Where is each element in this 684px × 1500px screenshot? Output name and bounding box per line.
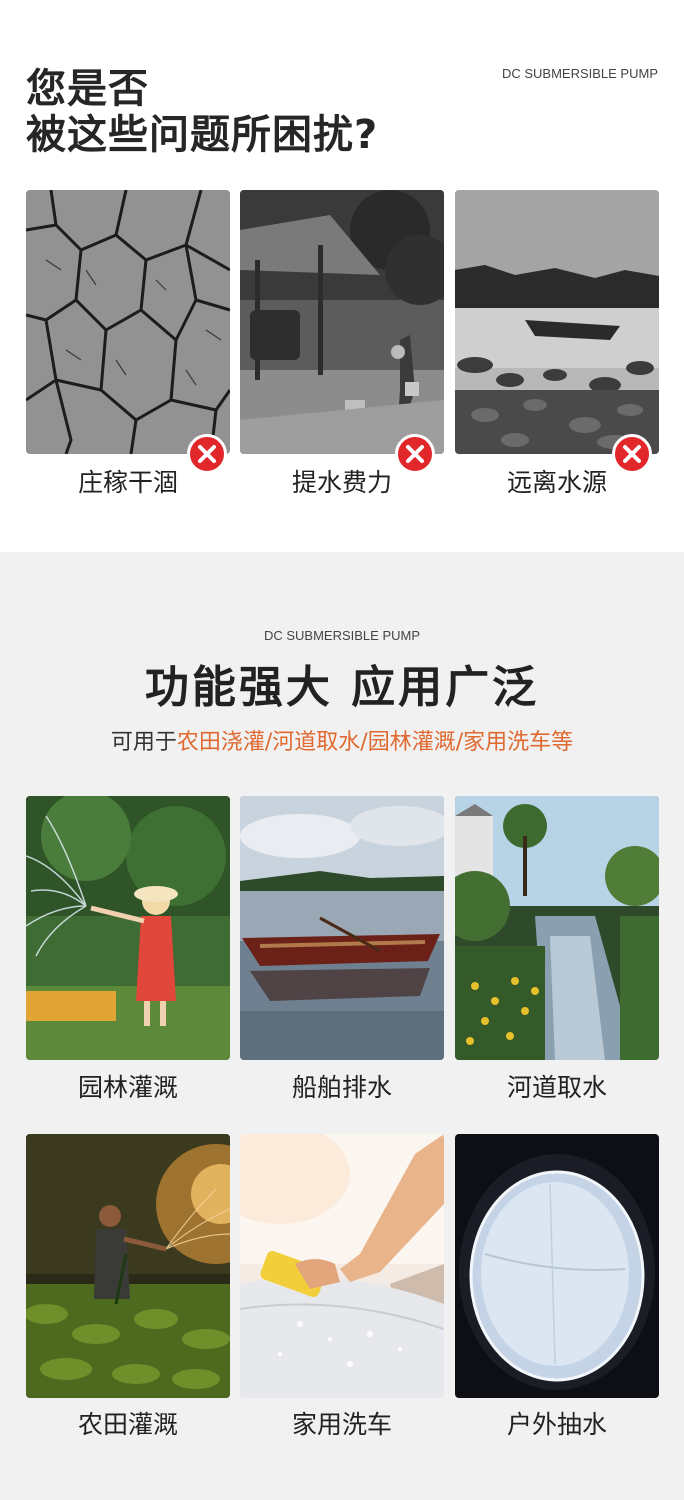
garden-watering-photo	[26, 796, 230, 1060]
use-label-boat: 船舶排水	[291, 1073, 392, 1102]
dry-soil-photo	[26, 190, 230, 454]
well-photo	[455, 1134, 659, 1398]
subtitle-prefix: 可用于	[110, 730, 177, 755]
use-label-car-wash: 家用洗车	[291, 1410, 392, 1439]
carrying-water-photo	[240, 190, 444, 454]
river-photo	[455, 796, 659, 1060]
problem-label-crops-dry: 庄稼干涸	[77, 468, 178, 497]
lake-boat-photo	[455, 190, 659, 454]
problem-label-carrying-water: 提水费力	[291, 468, 392, 497]
problems-section: 您是否 被这些问题所困扰? DC SUBMERSIBLE PUMP 庄稼干涸 提…	[0, 0, 684, 552]
use-label-garden: 园林灌溉	[77, 1073, 178, 1102]
product-tag: DC SUBMERSIBLE PUMP	[263, 628, 421, 643]
use-label-river: 河道取水	[506, 1073, 607, 1102]
farm-watering-photo	[26, 1134, 230, 1398]
applications-title: 功能强大 应用广泛	[144, 662, 540, 713]
car-wash-photo	[240, 1134, 444, 1398]
problems-title-line1: 您是否	[26, 66, 149, 112]
problems-title-line2: 被这些问题所困扰?	[26, 112, 379, 158]
applications-subtitle: 可用于农田浇灌/河道取水/园林灌溉/家用洗车等	[0, 728, 684, 758]
problem-label-far-from-water: 远离水源	[506, 468, 607, 497]
use-label-farm: 农田灌溉	[77, 1410, 178, 1439]
product-tag: DC SUBMERSIBLE PUMP	[501, 66, 658, 81]
subtitle-highlight: 农田浇灌/河道取水/园林灌溉/家用洗车等	[176, 730, 574, 755]
boat-photo	[240, 796, 444, 1060]
use-label-outdoor: 户外抽水	[506, 1410, 607, 1439]
